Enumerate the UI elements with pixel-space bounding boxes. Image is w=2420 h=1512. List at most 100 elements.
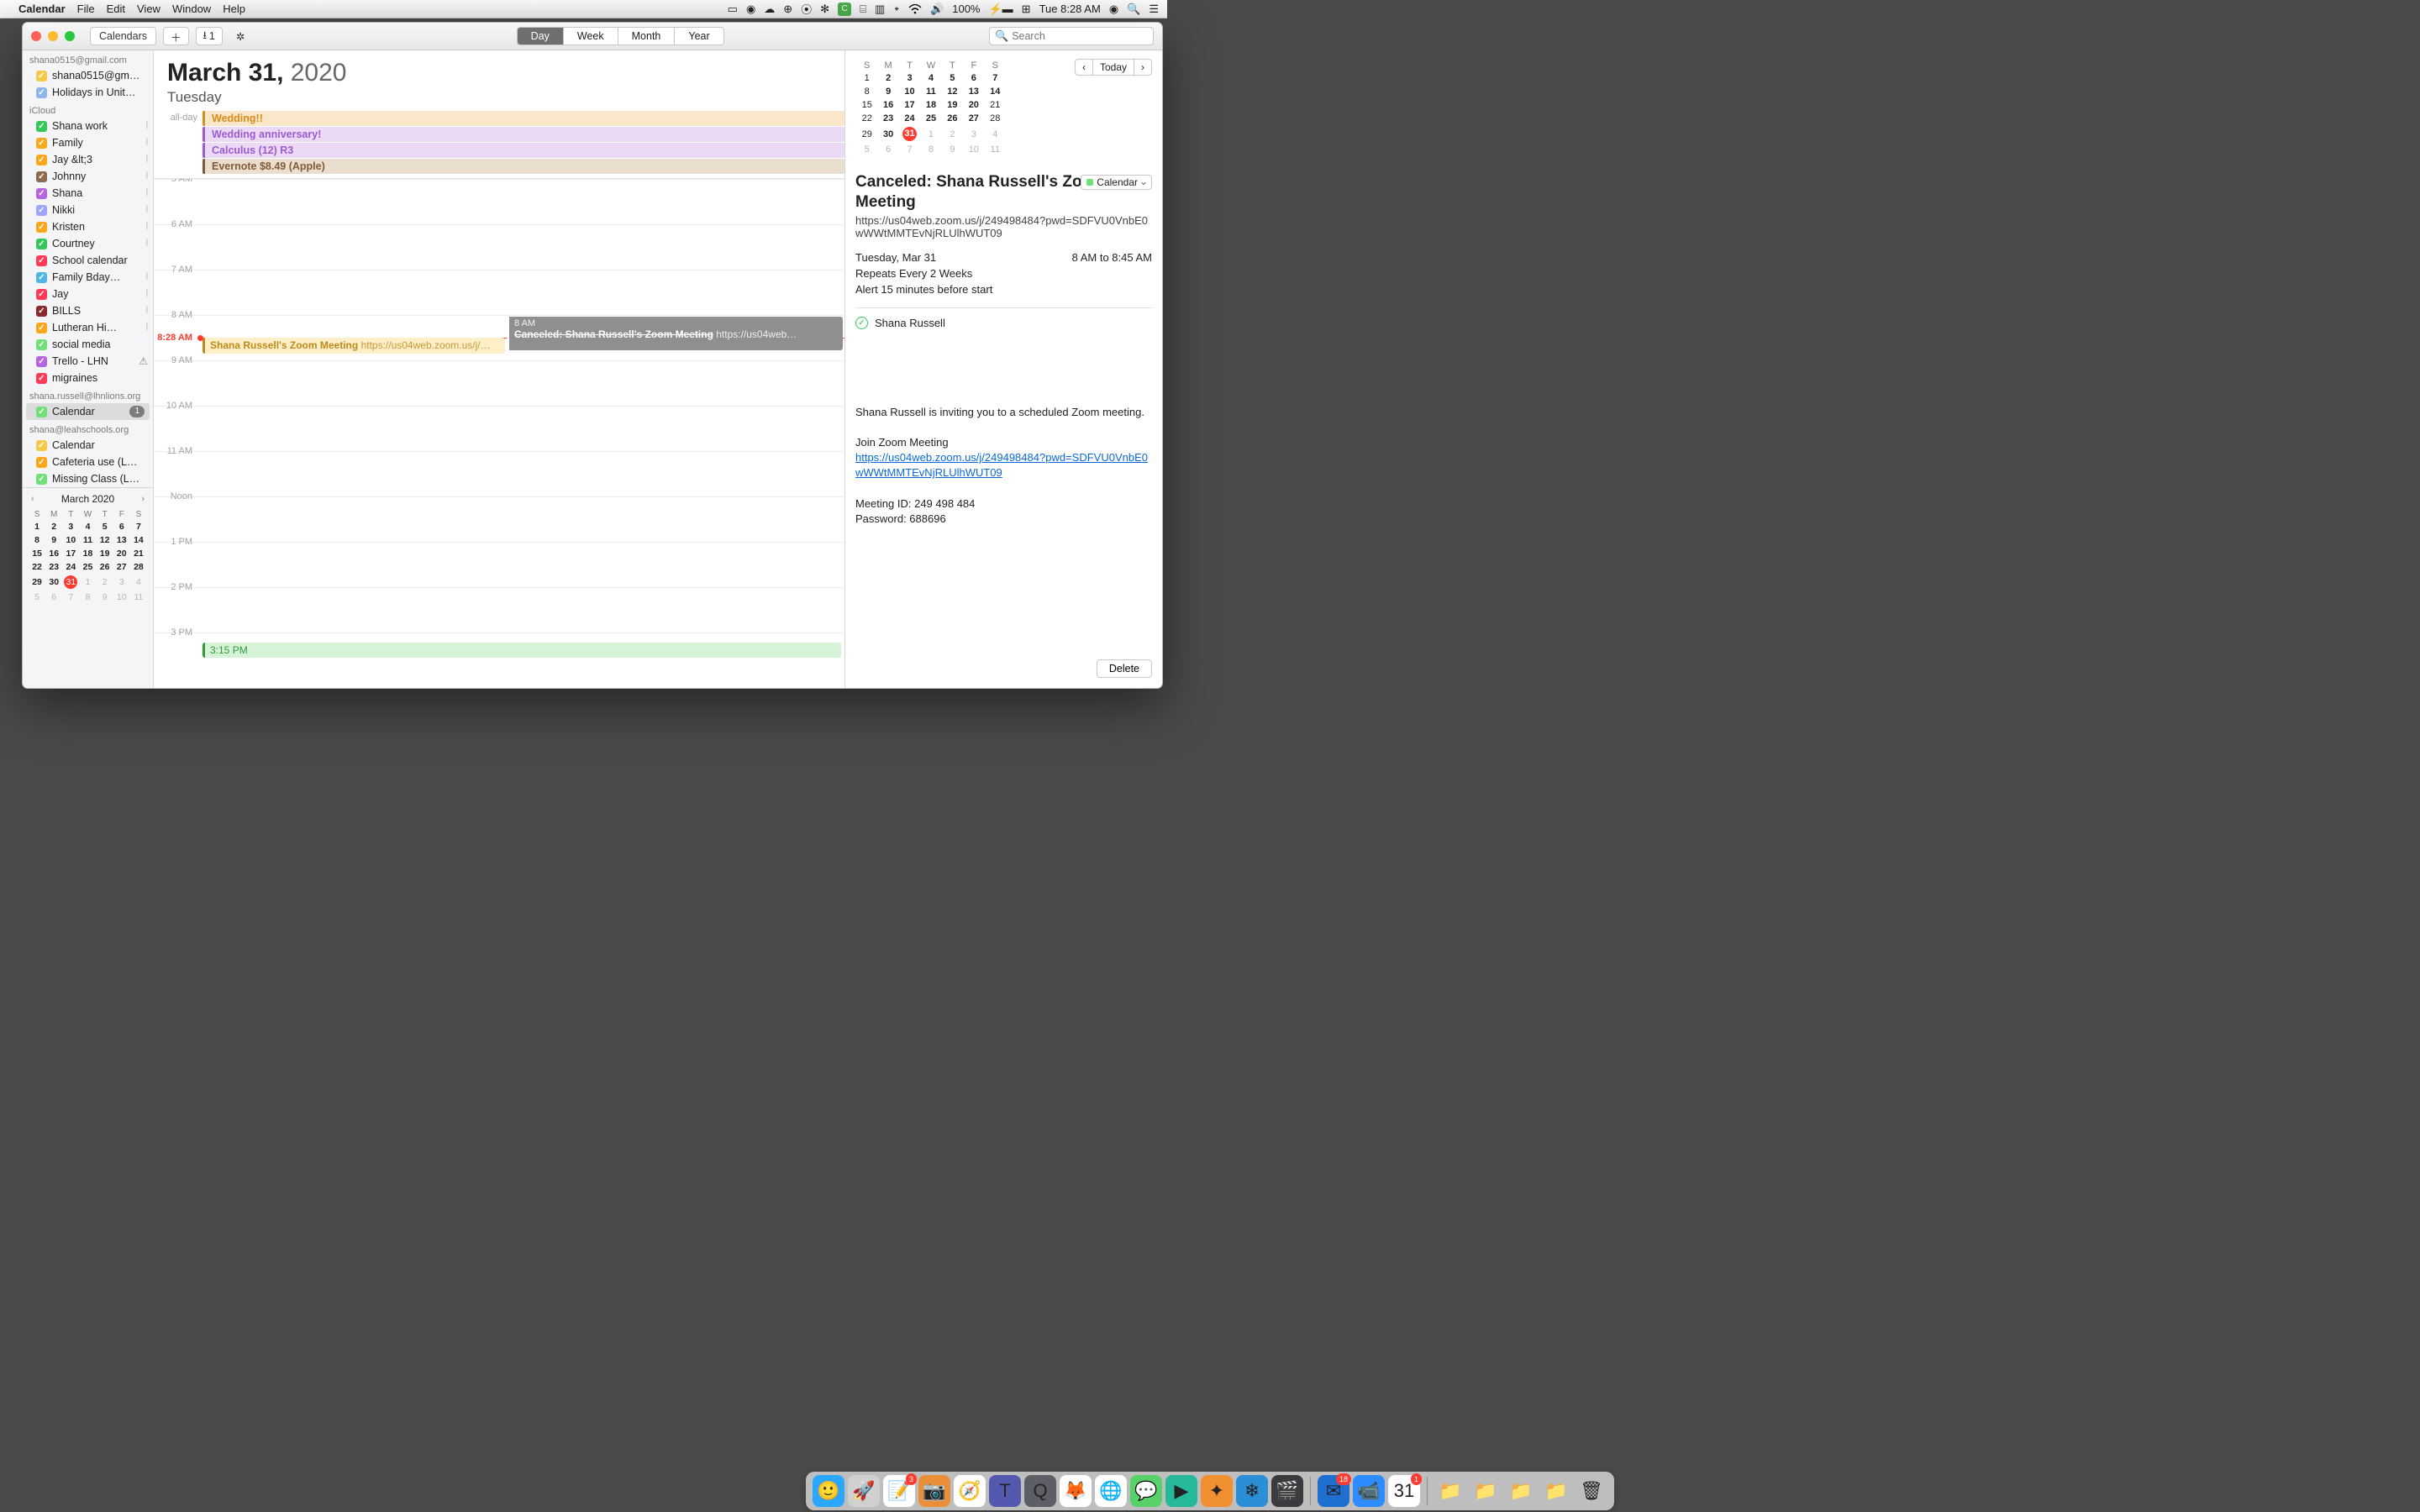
calendar-day[interactable]: 15 [29, 548, 45, 559]
battery-status-icon[interactable]: ▥ [875, 3, 885, 16]
calendar-day[interactable]: 2 [878, 72, 897, 84]
calendar-day[interactable]: 18 [921, 99, 940, 111]
calendar-checkbox[interactable]: ✓ [36, 121, 47, 132]
calendar-day[interactable]: 7 [900, 144, 919, 155]
minimize-button[interactable] [48, 31, 58, 41]
calendar-checkbox[interactable]: ✓ [36, 457, 47, 468]
timed-event[interactable]: 8 AMCanceled: Shana Russell's Zoom Meeti… [507, 317, 843, 350]
calendar-item[interactable]: ✓shana0515@gm… [23, 67, 153, 84]
calendar-checkbox[interactable]: ✓ [36, 306, 47, 317]
calendar-day[interactable]: 23 [878, 113, 897, 124]
calendar-checkbox[interactable]: ✓ [36, 356, 47, 367]
calendar-checkbox[interactable]: ✓ [36, 339, 47, 350]
wifi-icon[interactable] [908, 4, 922, 14]
calendar-picker[interactable]: Calendar [1081, 175, 1152, 190]
prev-day-button[interactable]: ‹ [1075, 59, 1093, 76]
calendar-day[interactable]: 1 [29, 521, 45, 533]
calendar-day[interactable]: 10 [964, 144, 983, 155]
calendar-checkbox[interactable]: ✓ [36, 205, 47, 216]
calendar-item[interactable]: ✓BILLS⦚ [23, 302, 153, 319]
calendar-day[interactable]: 10 [900, 86, 919, 97]
calendar-day[interactable]: 30 [878, 126, 897, 142]
calendar-item[interactable]: ✓Holidays in Unit… [23, 84, 153, 101]
calendar-day[interactable]: 20 [114, 548, 129, 559]
menu-help[interactable]: Help [223, 3, 245, 15]
dock-folder2[interactable]: 📁 [1470, 1475, 1502, 1507]
calendar-day[interactable]: 27 [114, 561, 129, 573]
facetime-icon[interactable]: ▭ [728, 3, 738, 16]
calendar-day[interactable]: 6 [878, 144, 897, 155]
bluetooth-icon[interactable]: ᛭ [893, 3, 900, 15]
calendar-item[interactable]: ✓Family⦚ [23, 134, 153, 151]
calendar-item[interactable]: ✓Courtney⦚ [23, 235, 153, 252]
dock-folder4[interactable]: 📁 [1540, 1475, 1572, 1507]
calendar-day[interactable]: 9 [46, 534, 61, 546]
calendar-day[interactable]: 4 [131, 575, 146, 590]
calendar-day[interactable]: 5 [97, 521, 113, 533]
calendar-day[interactable]: 12 [943, 86, 962, 97]
calendar-checkbox[interactable]: ✓ [36, 155, 47, 165]
calendar-checkbox[interactable]: ✓ [36, 323, 47, 333]
calendar-day[interactable]: 11 [131, 591, 146, 603]
all-day-event[interactable]: Wedding!! [203, 111, 844, 126]
close-button[interactable] [31, 31, 41, 41]
dock-zoom[interactable]: 📹 [1353, 1475, 1385, 1507]
calendar-checkbox[interactable]: ✓ [36, 222, 47, 233]
calendar-day[interactable]: 21 [131, 548, 146, 559]
app-name[interactable]: Calendar [18, 3, 66, 15]
calendar-item[interactable]: ✓migraines [23, 370, 153, 386]
calendar-day[interactable]: 28 [986, 113, 1005, 124]
dock-launchpad[interactable]: 🚀 [848, 1475, 880, 1507]
calendar-day[interactable]: 2 [97, 575, 113, 590]
calendar-checkbox[interactable]: ✓ [36, 138, 47, 149]
calendar-day[interactable]: 11 [80, 534, 95, 546]
calendar-day[interactable]: 25 [921, 113, 940, 124]
calendar-day[interactable]: 31 [63, 575, 78, 590]
calendar-day[interactable]: 3 [964, 126, 983, 142]
calendar-item[interactable]: ✓Calendar1 [26, 403, 150, 420]
view-week[interactable]: Week [564, 28, 618, 45]
calendar-day[interactable]: 1 [857, 72, 876, 84]
calendar-item[interactable]: ✓Kristen⦚ [23, 218, 153, 235]
calendar-day[interactable]: 13 [114, 534, 129, 546]
calendar-day[interactable]: 7 [986, 72, 1005, 84]
next-day-button[interactable]: › [1134, 59, 1152, 76]
calendar-item[interactable]: ✓Shana work⦚ [23, 118, 153, 134]
calendar-day[interactable]: 1 [80, 575, 95, 590]
calendar-checkbox[interactable]: ✓ [36, 272, 47, 283]
all-day-event[interactable]: Evernote $8.49 (Apple) [203, 159, 844, 174]
calendar-checkbox[interactable]: ✓ [36, 373, 47, 384]
status-icon-3[interactable]: C [838, 3, 851, 16]
dock-teams[interactable]: T [989, 1475, 1021, 1507]
airplay-icon[interactable]: ⌸ [860, 3, 866, 16]
calendar-day[interactable]: 8 [857, 86, 876, 97]
calendar-checkbox[interactable]: ✓ [36, 440, 47, 451]
calendars-toggle[interactable]: Calendars [90, 27, 156, 45]
calendar-item[interactable]: ✓Shana⦚ [23, 185, 153, 202]
calendar-day[interactable]: 30 [46, 575, 61, 590]
calendar-day[interactable]: 8 [921, 144, 940, 155]
view-month[interactable]: Month [618, 28, 676, 45]
calendar-day[interactable]: 11 [921, 86, 940, 97]
dock-trash[interactable]: 🗑 [1576, 1475, 1607, 1507]
calendar-day[interactable]: 3 [63, 521, 78, 533]
cloud-icon[interactable]: ☁ [764, 3, 775, 16]
calendar-day[interactable]: 19 [943, 99, 962, 111]
menu-window[interactable]: Window [172, 3, 211, 15]
dock-quicktime[interactable]: Q [1024, 1475, 1056, 1507]
search-input[interactable] [1012, 30, 1148, 42]
calendar-day[interactable]: 9 [943, 144, 962, 155]
calendar-checkbox[interactable]: ✓ [36, 255, 47, 266]
dock-chrome[interactable]: 🌐 [1095, 1475, 1127, 1507]
view-year[interactable]: Year [675, 28, 723, 45]
timed-event[interactable]: 3:15 PM [203, 643, 841, 658]
calendar-day[interactable]: 9 [878, 86, 897, 97]
calendar-day[interactable]: 5 [857, 144, 876, 155]
dock-messages[interactable]: 💬 [1130, 1475, 1162, 1507]
dock-photobooth[interactable]: 📷 [918, 1475, 950, 1507]
dock-firefox[interactable]: 🦊 [1060, 1475, 1092, 1507]
search-field[interactable]: 🔍 [989, 27, 1154, 45]
spotlight-icon[interactable]: 🔍 [1127, 3, 1140, 16]
notification-center-icon[interactable]: ☰ [1149, 3, 1159, 16]
calendar-day[interactable]: 10 [63, 534, 78, 546]
